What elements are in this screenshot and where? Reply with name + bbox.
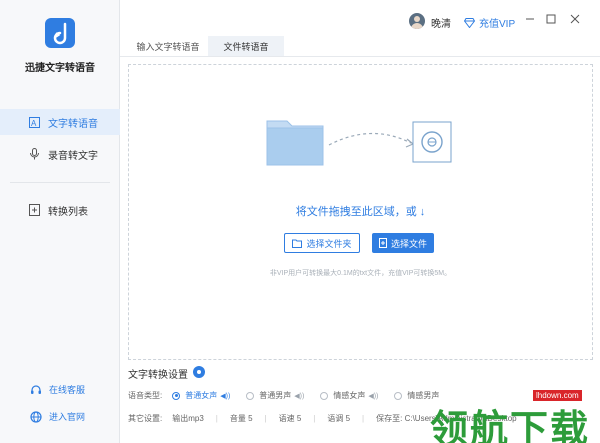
dashed-arrow bbox=[328, 132, 412, 146]
voice-type-label: 语音类型: bbox=[128, 391, 163, 400]
tab-file-to-speech[interactable]: 文件转语音 bbox=[208, 36, 284, 56]
other-settings-label: 其它设置: bbox=[128, 414, 163, 423]
vip-label: 充值VIP bbox=[479, 19, 516, 30]
file-add-icon bbox=[378, 238, 387, 248]
volume-setting[interactable]: 音量 5 bbox=[230, 413, 253, 424]
sidebar-item-text-to-speech[interactable]: A 文字转语音 bbox=[0, 109, 120, 135]
sidebar-item-label: 文字转语音 bbox=[48, 118, 98, 130]
pitch-setting[interactable]: 语调 5 bbox=[327, 413, 350, 424]
settings-title: 文字转换设置 bbox=[128, 370, 188, 381]
tab-underline bbox=[120, 56, 600, 57]
settings-header: 文字转换设置 bbox=[128, 366, 205, 381]
minimize-button[interactable] bbox=[523, 12, 537, 26]
drop-instruction: 将文件拖拽至此区域，或 ↓ bbox=[295, 206, 426, 218]
file-drop-zone[interactable]: 将文件拖拽至此区域，或 ↓ 选择文件夹 选择文件 非VIP用户可转换最大0.1M… bbox=[128, 64, 593, 360]
username[interactable]: 晚清 bbox=[431, 15, 451, 30]
select-file-button[interactable]: 选择文件 bbox=[372, 233, 434, 253]
sidebar-item-label: 录音转文字 bbox=[48, 150, 98, 162]
minimize-icon bbox=[526, 18, 534, 20]
footer-link-label: 进入官网 bbox=[49, 412, 86, 422]
sidebar-divider bbox=[10, 182, 110, 183]
diamond-icon bbox=[464, 17, 475, 28]
button-label: 选择文件夹 bbox=[306, 238, 352, 249]
list-icon bbox=[28, 204, 40, 216]
online-support-link[interactable]: 在线客服 bbox=[30, 383, 85, 396]
select-folder-button[interactable]: 选择文件夹 bbox=[284, 233, 360, 253]
divider: | bbox=[313, 414, 316, 423]
svg-text:A: A bbox=[31, 119, 37, 128]
app-name: 迅捷文字转语音 bbox=[25, 63, 95, 74]
voice-option-male[interactable]: 普通男声 ◀)) bbox=[246, 390, 304, 401]
maximize-button[interactable] bbox=[544, 12, 558, 26]
sidebar-item-label: 转换列表 bbox=[48, 206, 88, 218]
text-doc-icon: A bbox=[28, 116, 40, 128]
sidebar: 迅捷文字转语音 A 文字转语音 录音转文字 转换列表 在线客服 进入官网 bbox=[0, 0, 120, 443]
headset-icon bbox=[30, 384, 42, 396]
voice-type-row: 语音类型: 普通女声 ◀)) 普通男声 ◀)) 情感女声 ◀)) 情感男声 bbox=[128, 390, 455, 401]
speaker-icon: ◀)) bbox=[294, 392, 305, 400]
gear-icon[interactable] bbox=[193, 366, 205, 381]
divider: | bbox=[215, 414, 218, 423]
official-site-link[interactable]: 进入官网 bbox=[30, 410, 85, 423]
footer-link-label: 在线客服 bbox=[49, 385, 86, 395]
avatar[interactable] bbox=[409, 13, 425, 29]
logo-icon bbox=[53, 22, 67, 45]
divider: | bbox=[362, 414, 365, 423]
divider: | bbox=[264, 414, 267, 423]
sidebar-item-conversion-list[interactable]: 转换列表 bbox=[0, 197, 120, 223]
audio-file-icon bbox=[412, 121, 452, 163]
maximize-icon bbox=[546, 14, 556, 24]
folder-icon bbox=[292, 239, 303, 248]
output-format[interactable]: 输出mp3 bbox=[172, 413, 204, 424]
vip-button[interactable]: 充值VIP bbox=[464, 15, 515, 30]
sidebar-item-speech-to-text[interactable]: 录音转文字 bbox=[0, 141, 120, 167]
tab-text-input[interactable]: 输入文字转语音 bbox=[128, 36, 208, 56]
drop-illustration bbox=[266, 120, 452, 166]
globe-icon bbox=[30, 410, 42, 423]
app-logo bbox=[45, 18, 75, 48]
close-button[interactable] bbox=[568, 12, 582, 26]
voice-option-emotional-female[interactable]: 情感女声 ◀)) bbox=[320, 390, 378, 401]
size-limit-hint: 非VIP用户可转换最大0.1M的txt文件，充值VIP可转换5M。 bbox=[269, 270, 452, 277]
close-icon bbox=[570, 14, 580, 24]
speaker-icon: ◀)) bbox=[220, 392, 231, 400]
voice-option-female[interactable]: 普通女声 ◀)) bbox=[172, 390, 230, 401]
folder-icon bbox=[266, 120, 324, 166]
speed-setting[interactable]: 语速 5 bbox=[279, 413, 302, 424]
speaker-icon: ◀)) bbox=[368, 392, 379, 400]
button-label: 选择文件 bbox=[390, 238, 427, 249]
watermark-text: 领航下载 bbox=[430, 407, 591, 443]
microphone-icon bbox=[28, 148, 40, 160]
